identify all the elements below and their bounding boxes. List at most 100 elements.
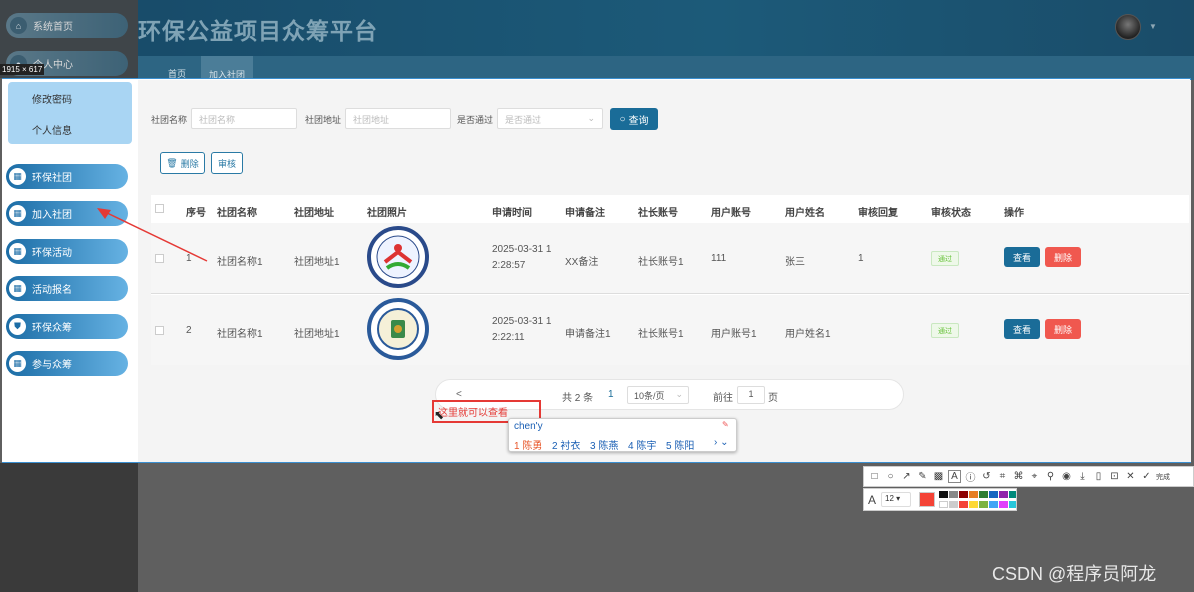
color-swatch[interactable] — [959, 491, 968, 498]
annotation-arrow — [97, 208, 208, 262]
color-swatch[interactable] — [989, 491, 998, 498]
chevron-down-icon: ⌄ — [675, 389, 683, 399]
row-delete-button[interactable]: 删除 — [1045, 247, 1081, 267]
row-reply: 1 — [858, 253, 864, 264]
approved-select[interactable]: 是否通过 ⌄ — [497, 108, 603, 129]
scan-icon[interactable]: ⌖ — [1028, 471, 1041, 482]
query-button[interactable]: ○ 查询 — [610, 108, 658, 130]
color-swatch[interactable] — [959, 501, 968, 508]
close-icon[interactable]: ✕ — [1124, 471, 1137, 482]
col-apply-time[interactable]: 申请时间 — [492, 204, 532, 219]
pen-tool-icon[interactable]: ✎ — [916, 471, 929, 482]
grid-icon: ▦ — [9, 168, 26, 185]
club-name-input[interactable]: 社团名称 — [191, 108, 297, 129]
record-icon[interactable]: ◉ — [1060, 471, 1073, 482]
rect-tool-icon[interactable]: □ — [868, 471, 881, 482]
prev-page-button[interactable]: < — [456, 389, 462, 400]
mosaic-tool-icon[interactable]: ▩ — [932, 471, 945, 482]
text-tool-icon[interactable]: A — [948, 470, 961, 483]
color-swatch[interactable] — [999, 491, 1008, 498]
club-addr-label: 社团地址 — [305, 115, 342, 125]
row-club-name: 社团名称1 — [217, 257, 263, 268]
arrow-tool-icon[interactable]: ↗ — [900, 471, 913, 482]
color-swatch[interactable] — [939, 491, 948, 498]
ellipse-tool-icon[interactable]: ○ — [884, 471, 897, 482]
row-delete-button[interactable]: 删除 — [1045, 319, 1081, 339]
color-swatch[interactable] — [979, 491, 988, 498]
nav-label: 参与众筹 — [32, 360, 72, 371]
color-swatch[interactable] — [1009, 491, 1016, 498]
nav-eco-club[interactable]: ▦ 环保社团 — [6, 164, 128, 189]
pin-icon[interactable]: ⚲ — [1044, 471, 1057, 482]
undo-icon[interactable]: ↺ — [980, 471, 993, 482]
phone-icon[interactable]: ▯ — [1092, 471, 1105, 482]
pager-goto-input[interactable]: 1 — [737, 386, 765, 404]
done-label[interactable]: 完成 — [1156, 472, 1170, 482]
download-icon[interactable]: ⤓ — [1076, 471, 1089, 482]
ime-next-page-icon[interactable]: › ⌄ — [714, 437, 729, 448]
home-icon: ⌂ — [10, 17, 27, 34]
view-button[interactable]: 查看 — [1004, 319, 1040, 339]
col-apply-remark[interactable]: 申请备注 — [565, 204, 605, 219]
ime-candidate-2[interactable]: 2 衬衣 — [552, 437, 580, 452]
font-icon: A — [868, 493, 877, 507]
col-audit-reply[interactable]: 审核回复 — [858, 204, 898, 219]
user-avatar[interactable] — [1115, 14, 1141, 40]
tabs-bar — [138, 56, 1194, 80]
view-button[interactable]: 查看 — [1004, 247, 1040, 267]
check-icon[interactable]: ✓ — [1140, 471, 1153, 482]
color-swatch[interactable] — [969, 491, 978, 498]
font-size-select[interactable]: 12 ▾ — [881, 492, 911, 507]
color-swatch[interactable] — [999, 501, 1008, 508]
delete-button[interactable]: 🗑 删除 — [160, 152, 205, 174]
pager-total: 共 2 条 — [562, 393, 594, 404]
ime-candidate-3[interactable]: 3 陈燕 — [590, 437, 618, 452]
grid-icon: ▦ — [9, 205, 26, 222]
nav-join-crowdfund[interactable]: ▦ 参与众筹 — [6, 351, 128, 376]
color-swatch[interactable] — [949, 491, 958, 498]
ocr-icon[interactable]: ⌗ — [996, 471, 1009, 482]
dimmed-overlay — [0, 463, 138, 592]
submenu-change-password[interactable]: 修改密码 — [32, 91, 72, 106]
row-checkbox[interactable] — [155, 326, 164, 335]
font-size-value: 12 — [885, 494, 894, 503]
col-user-name[interactable]: 用户姓名 — [785, 204, 825, 219]
col-leader-account[interactable]: 社长账号 — [638, 204, 678, 219]
nav-activity-signup[interactable]: ▦ 活动报名 — [6, 276, 128, 301]
submenu-personal-info[interactable]: 个人信息 — [32, 122, 72, 137]
row-uname: 用户姓名1 — [785, 329, 831, 340]
col-club-name[interactable]: 社团名称 — [217, 204, 257, 219]
ime-candidate-5[interactable]: 5 陈阳 — [666, 437, 694, 452]
current-color-swatch[interactable] — [919, 492, 935, 507]
color-swatch[interactable] — [949, 501, 958, 508]
club-name-label: 社团名称 — [151, 115, 188, 125]
watermark: CSDN @程序员阿龙 — [992, 564, 1157, 584]
col-audit-status[interactable]: 审核状态 — [931, 204, 971, 219]
color-swatch[interactable] — [989, 501, 998, 508]
translate-icon[interactable]: ⌘ — [1012, 471, 1025, 482]
shield-icon: ⛊ — [9, 318, 26, 335]
col-user-account[interactable]: 用户账号 — [711, 204, 751, 219]
club-addr-input[interactable]: 社团地址 — [345, 108, 451, 129]
col-club-addr[interactable]: 社团地址 — [294, 204, 334, 219]
row-user: 用户账号1 — [711, 329, 757, 340]
ime-logo-icon: ✎ — [722, 420, 729, 429]
row-apply-time-line1: 2025-03-31 1 — [492, 316, 552, 327]
chevron-down-icon[interactable]: ▼ — [1149, 22, 1157, 31]
capture-toolbar: □ ○ ↗ ✎ ▩ A ⓘ ↺ ⌗ ⌘ ⌖ ⚲ ◉ ⤓ ▯ ⊡ ✕ ✓ 完成 — [863, 466, 1194, 487]
pager-page-1[interactable]: 1 — [608, 389, 614, 400]
ime-candidate-1[interactable]: 1 陈勇 — [514, 437, 542, 452]
color-swatch[interactable] — [979, 501, 988, 508]
color-swatch[interactable] — [969, 501, 978, 508]
bookmark-icon[interactable]: ⊡ — [1108, 471, 1121, 482]
sidebar-item-home[interactable]: ⌂ 系统首页 — [6, 13, 128, 38]
cursor-icon: ⬉ — [434, 408, 445, 422]
text-style-toolbar: A 12 ▾ — [863, 488, 1017, 511]
audit-button[interactable]: 审核 — [211, 152, 243, 174]
color-swatch[interactable] — [939, 501, 948, 508]
nav-eco-crowdfund[interactable]: ⛊ 环保众筹 — [6, 314, 128, 339]
color-swatch[interactable] — [1009, 501, 1016, 508]
number-tool-icon[interactable]: ⓘ — [964, 469, 977, 484]
page-size-select[interactable]: 10条/页 ⌄ — [627, 386, 689, 404]
ime-candidate-4[interactable]: 4 陈宇 — [628, 437, 656, 452]
